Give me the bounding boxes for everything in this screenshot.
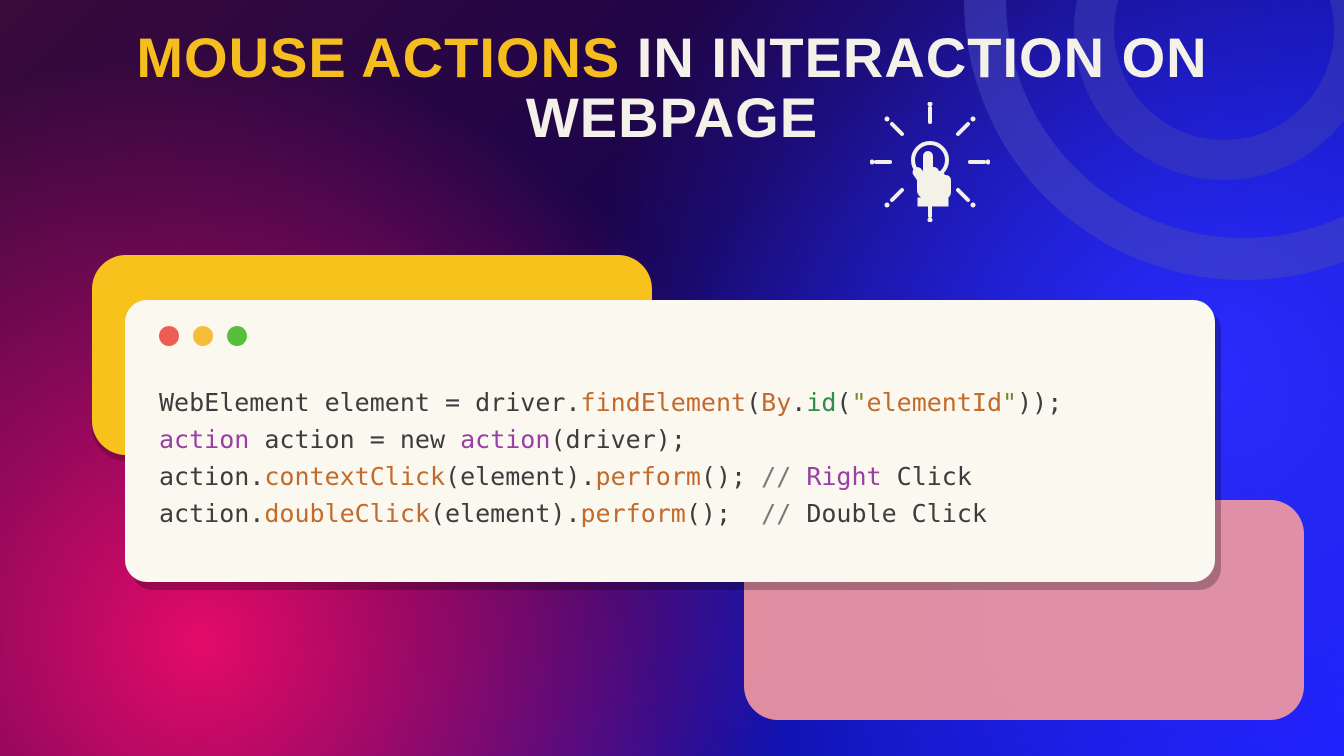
- tok-contextClick: contextClick: [264, 462, 445, 491]
- title-line2: WEBPAGE: [526, 86, 818, 149]
- tok-paren: ): [565, 462, 580, 491]
- tok-eq: =: [370, 425, 385, 454]
- tok-paren: ): [1032, 388, 1047, 417]
- tok-paren: (: [550, 425, 565, 454]
- tok-paren: (: [686, 499, 701, 528]
- traffic-dot-red-icon: [159, 326, 179, 346]
- tok-semi: ;: [716, 499, 731, 528]
- tok-semi: ;: [671, 425, 686, 454]
- tap-click-icon: [870, 102, 990, 222]
- tok-eq: =: [445, 388, 460, 417]
- tok-gap: [746, 462, 761, 491]
- tok-comment-rest: Click: [882, 462, 972, 491]
- tok-arg: driver: [565, 425, 655, 454]
- tok-driver: driver: [475, 388, 565, 417]
- traffic-dot-yellow-icon: [193, 326, 213, 346]
- tok-quote: ": [1002, 388, 1017, 417]
- tok-arg: element: [460, 462, 565, 491]
- code-block: WebElement element = driver.findElement(…: [159, 384, 1181, 532]
- tok-var: action: [264, 425, 354, 454]
- tok-action-kw: action: [159, 425, 249, 454]
- tok-paren: (: [430, 499, 445, 528]
- tok-findElement: findElement: [581, 388, 747, 417]
- tok-dot: .: [565, 388, 580, 417]
- tok-type: WebElement: [159, 388, 310, 417]
- tok-id: id: [806, 388, 836, 417]
- tok-string: elementId: [867, 388, 1002, 417]
- tok-paren: ): [1017, 388, 1032, 417]
- tok-paren: ): [550, 499, 565, 528]
- tok-dot: .: [580, 462, 595, 491]
- tok-comment-rest: Double Click: [791, 499, 987, 528]
- window-traffic-lights: [159, 326, 1181, 346]
- tok-space: [791, 462, 806, 491]
- traffic-dot-green-icon: [227, 326, 247, 346]
- title-rest-1: IN INTERACTION ON: [620, 26, 1207, 89]
- tok-action-ctor: action: [460, 425, 550, 454]
- tok-var: element: [325, 388, 430, 417]
- tok-paren: (: [445, 462, 460, 491]
- tok-obj: action: [159, 499, 249, 528]
- tok-comment-right: Right: [806, 462, 881, 491]
- tok-gap: [731, 499, 761, 528]
- tok-paren: ): [701, 499, 716, 528]
- code-window: WebElement element = driver.findElement(…: [125, 300, 1215, 582]
- tok-perform: perform: [596, 462, 701, 491]
- tok-paren: ): [716, 462, 731, 491]
- tok-perform: perform: [581, 499, 686, 528]
- page-title: MOUSE ACTIONS IN INTERACTION ON WEBPAGE: [0, 28, 1344, 149]
- tok-semi: ;: [731, 462, 746, 491]
- tok-dot: .: [249, 462, 264, 491]
- tok-arg: element: [445, 499, 550, 528]
- tok-paren: ): [656, 425, 671, 454]
- tok-comment-slash: //: [761, 462, 791, 491]
- tok-dot: .: [249, 499, 264, 528]
- tok-doubleClick: doubleClick: [264, 499, 430, 528]
- tok-new: new: [400, 425, 445, 454]
- tok-comment-slash: //: [761, 499, 791, 528]
- tok-obj: action: [159, 462, 249, 491]
- tok-paren: (: [701, 462, 716, 491]
- tok-semi: ;: [1047, 388, 1062, 417]
- tok-quote: ": [851, 388, 866, 417]
- tok-By: By: [761, 388, 791, 417]
- tok-dot: .: [791, 388, 806, 417]
- title-accent: MOUSE ACTIONS: [136, 26, 620, 89]
- tok-dot: .: [565, 499, 580, 528]
- tok-paren: (: [746, 388, 761, 417]
- tok-paren: (: [836, 388, 851, 417]
